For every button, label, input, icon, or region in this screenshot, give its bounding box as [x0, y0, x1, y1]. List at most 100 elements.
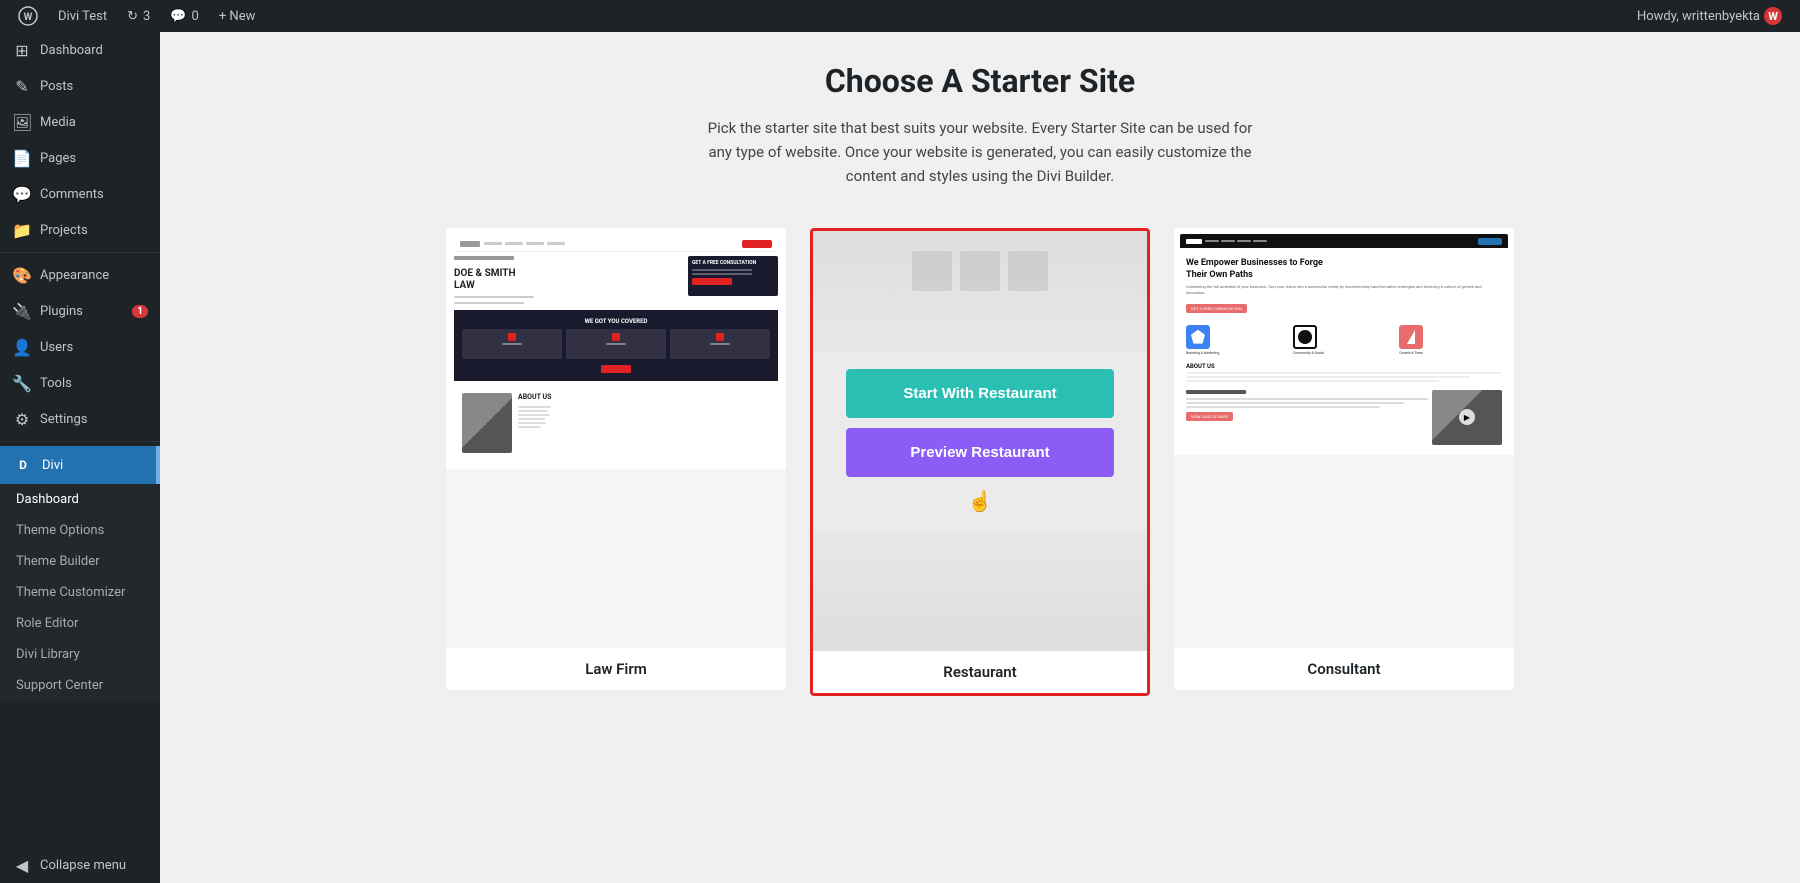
consultant-card[interactable]: We Empower Businesses to ForgeTheir Own …	[1174, 228, 1514, 690]
admin-bar-right: Howdy, writtenbyekta W	[1637, 7, 1792, 25]
con-nav-link-1	[1205, 240, 1219, 242]
law-nav-links	[484, 242, 565, 245]
sidebar-item-divi[interactable]: D Divi	[0, 446, 160, 484]
con-nav	[1180, 234, 1508, 248]
admin-bar-left: W Divi Test ↻ 3 💬 0 + New	[8, 0, 1637, 32]
sidebar-item-plugins[interactable]: 🔌 Plugins 1	[0, 293, 160, 329]
about-line-6	[518, 426, 541, 428]
law-input-bar2	[692, 273, 752, 275]
sidebar-label-tools: Tools	[40, 376, 148, 391]
sidebar-item-tools[interactable]: 🔧 Tools	[0, 365, 160, 401]
con-about-title: ABOUT US	[1186, 363, 1502, 370]
sidebar-item-appearance[interactable]: 🎨 Appearance	[0, 257, 160, 293]
main-layout: ⊞ Dashboard ✎ Posts 🖼 Media 📄 Pages 💬 Co…	[0, 32, 1800, 883]
con-about-line-3	[1186, 380, 1439, 382]
sidebar-label-role-editor: Role Editor	[16, 616, 148, 631]
con-img-text: VIEW CASE STUDIES	[1186, 390, 1428, 445]
con-nav-link-3	[1237, 240, 1251, 242]
law-input-bar1	[692, 269, 752, 271]
pages-icon: 📄	[12, 149, 32, 168]
law-hero-title: DOE & SMITHLAW	[454, 268, 684, 292]
con-nav-logo	[1186, 239, 1202, 244]
sidebar-separator-2	[0, 441, 160, 442]
new-item[interactable]: + New	[209, 0, 266, 32]
restaurant-bottom-blur	[813, 531, 1147, 651]
sidebar-item-users[interactable]: 👤 Users	[0, 329, 160, 365]
plugins-icon: 🔌	[12, 302, 32, 321]
con-service-growth: Growth & Team	[1399, 325, 1502, 355]
restaurant-shape-2	[960, 251, 1000, 291]
law-submit-btn	[692, 278, 732, 285]
sidebar-item-divi-dashboard[interactable]: Dashboard	[0, 484, 160, 515]
comments-item[interactable]: 💬 0	[160, 0, 209, 32]
law-dark-title: WE GOT YOU COVERED	[462, 318, 770, 325]
sidebar-item-theme-customizer[interactable]: Theme Customizer	[0, 577, 160, 608]
wp-logo-item[interactable]: W	[8, 0, 48, 32]
sidebar-label-media: Media	[40, 115, 148, 130]
law-desc-bar1	[454, 296, 534, 298]
law-firm-card[interactable]: DOE & SMITHLAW GET A FREE CONSULTATION	[446, 228, 786, 690]
law-about: ABOUT US	[454, 385, 778, 461]
cards-grid: DOE & SMITHLAW GET A FREE CONSULTATION	[430, 228, 1530, 696]
law-firm-name: Law Firm	[446, 648, 786, 690]
sidebar-item-theme-options[interactable]: Theme Options	[0, 515, 160, 546]
sidebar-item-settings[interactable]: ⚙ Settings	[0, 401, 160, 437]
sidebar-item-comments[interactable]: 💬 Comments	[0, 176, 160, 212]
sidebar-item-dashboard[interactable]: ⊞ Dashboard	[0, 32, 160, 68]
sidebar-label-collapse: Collapse menu	[40, 858, 148, 873]
restaurant-buttons: Start With Restaurant Preview Restaurant…	[813, 369, 1147, 513]
sidebar-item-role-editor[interactable]: Role Editor	[0, 608, 160, 639]
sidebar-item-divi-library[interactable]: Divi Library	[0, 639, 160, 670]
cursor-hand-icon: ☝	[968, 489, 993, 513]
con-img-line-2	[1186, 402, 1404, 404]
con-hero-title: We Empower Businesses to ForgeTheir Own …	[1186, 258, 1502, 281]
sidebar-item-pages[interactable]: 📄 Pages	[0, 140, 160, 176]
con-img-line-3	[1186, 406, 1380, 408]
restaurant-top-blur	[813, 231, 1147, 351]
con-play-icon: ▶	[1459, 409, 1475, 425]
preview-restaurant-button[interactable]: Preview Restaurant	[846, 428, 1113, 477]
site-name-item[interactable]: Divi Test	[48, 0, 117, 32]
sidebar-label-support-center: Support Center	[16, 678, 148, 693]
law-firm-preview: DOE & SMITHLAW GET A FREE CONSULTATION	[446, 228, 786, 648]
law-mini-card-3	[670, 329, 770, 359]
law-see-all-btn	[601, 365, 631, 373]
law-desc-bar2	[454, 302, 524, 304]
con-img-section: VIEW CASE STUDIES ▶	[1180, 386, 1508, 449]
sidebar-label-theme-builder: Theme Builder	[16, 554, 148, 569]
con-service-branding: Branding & Marketing	[1186, 325, 1289, 355]
law-nav-link-2	[505, 242, 523, 245]
con-hero-text: We Empower Businesses to ForgeTheir Own …	[1180, 248, 1508, 300]
sidebar-item-projects[interactable]: 📁 Projects	[0, 212, 160, 248]
mini-bar-3	[710, 343, 730, 345]
about-line-1	[518, 406, 551, 408]
con-about: ABOUT US	[1180, 359, 1508, 386]
collapse-menu-button[interactable]: ◀ Collapse menu	[0, 847, 160, 883]
sidebar-label-users: Users	[40, 340, 148, 355]
law-consult-text: GET A FREE CONSULTATION	[692, 260, 774, 266]
sidebar-label-settings: Settings	[40, 412, 148, 427]
mini-icon-3	[716, 333, 724, 341]
posts-icon: ✎	[12, 77, 32, 96]
dashboard-icon: ⊞	[12, 41, 32, 60]
plugins-badge: 1	[132, 305, 148, 318]
con-main-img: ▶	[1432, 390, 1502, 445]
start-with-restaurant-button[interactable]: Start With Restaurant	[846, 369, 1113, 418]
page-subtitle: Pick the starter site that best suits yo…	[700, 116, 1260, 188]
sidebar-item-media[interactable]: 🖼 Media	[0, 104, 160, 140]
con-service-row: Branding & Marketing Community & Social	[1180, 321, 1508, 359]
mini-icon-1	[508, 333, 516, 341]
sidebar-item-posts[interactable]: ✎ Posts	[0, 68, 160, 104]
con-hero-sub: Unleashing the full potential of your bu…	[1186, 284, 1502, 295]
restaurant-card[interactable]: Start With Restaurant Preview Restaurant…	[810, 228, 1150, 696]
restaurant-shape-1	[912, 251, 952, 291]
updates-item[interactable]: ↻ 3	[117, 0, 160, 32]
media-icon: 🖼	[12, 113, 32, 132]
sidebar-item-support-center[interactable]: Support Center	[0, 670, 160, 701]
con-branding-label: Branding & Marketing	[1186, 351, 1289, 355]
mini-icon-2	[612, 333, 620, 341]
svg-text:W: W	[24, 12, 33, 23]
sidebar-item-theme-builder[interactable]: Theme Builder	[0, 546, 160, 577]
law-preview-content: DOE & SMITHLAW GET A FREE CONSULTATION	[446, 228, 786, 469]
user-avatar-bubble[interactable]: W	[1764, 7, 1782, 25]
